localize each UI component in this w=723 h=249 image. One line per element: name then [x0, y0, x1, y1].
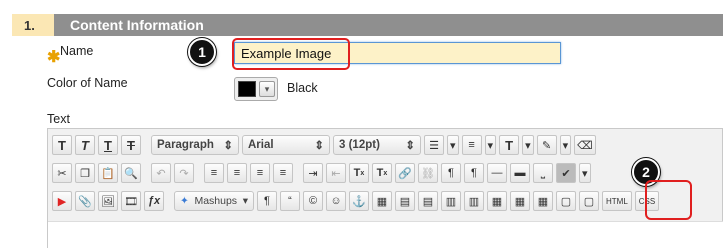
toolbar-row-3: ▶ 📎 🖼 🎞 ƒx ✦ Mashups ▾ ¶ “ © ☺ ⚓ ▦ ▤ ▤ ▥…	[52, 191, 660, 211]
table-delete-col-icon[interactable]: ▥	[464, 191, 484, 211]
align-right-icon[interactable]: ≡	[250, 163, 270, 183]
chevron-down-icon[interactable]: ▾	[559, 135, 572, 155]
paste-icon[interactable]: 📋	[98, 163, 118, 183]
cut-icon[interactable]: ✂	[52, 163, 72, 183]
table-insert-row-icon[interactable]: ▤	[395, 191, 415, 211]
superscript-label: T	[353, 167, 361, 179]
color-swatch	[238, 81, 256, 97]
content-information-panel: 1. Content Information ✱ Name 1 Color of…	[12, 14, 723, 249]
copyright-button[interactable]: ©	[303, 191, 323, 211]
size-select[interactable]: 3 (12pt) ⇕	[333, 135, 421, 155]
video-icon[interactable]: 🎞	[121, 191, 141, 211]
numbered-list-icon[interactable]: ≡	[461, 135, 482, 155]
chevron-down-icon: ▾	[242, 195, 248, 207]
text-color-icon[interactable]: T	[499, 135, 520, 155]
subscript-label: T	[376, 167, 384, 179]
image-icon[interactable]: 🖼	[98, 191, 118, 211]
attachment-icon[interactable]: 📎	[75, 191, 95, 211]
thick-rule-icon[interactable]: ▬	[510, 163, 530, 183]
section-title: Content Information	[54, 14, 723, 36]
table-insert-col-icon[interactable]: ▥	[441, 191, 461, 211]
toolbar-row-2: ✂ ❐ 📋 🔍 ↶ ↷ ≡ ≡ ≡ ≡ ⇥ ⇤ Tx Tx 🔗 ⛓ ¶ ¶ — …	[52, 163, 591, 183]
name-label: Name	[60, 44, 94, 58]
table-delete-row-icon[interactable]: ▤	[418, 191, 438, 211]
mashups-label: Mashups	[194, 195, 238, 207]
mashups-icon: ✦	[180, 195, 189, 207]
toolbar-row-1: T T T T Paragraph ⇕ Arial ⇕ 3 (12pt) ⇕ ☰…	[52, 135, 596, 155]
table-border-icon[interactable]: ▢	[579, 191, 599, 211]
subscript-button[interactable]: Tx	[372, 163, 392, 183]
text-editor: T T T T Paragraph ⇕ Arial ⇕ 3 (12pt) ⇕ ☰…	[47, 128, 723, 249]
chevron-down-icon[interactable]: ▾	[484, 135, 497, 155]
font-select[interactable]: Arial ⇕	[242, 135, 330, 155]
name-input[interactable]	[234, 42, 561, 64]
unlink-icon[interactable]: ⛓	[418, 163, 438, 183]
copy-icon[interactable]: ❐	[75, 163, 95, 183]
table-merge-icon[interactable]: ▦	[487, 191, 507, 211]
eraser-icon[interactable]: ⌫	[574, 135, 596, 155]
math-fx-icon[interactable]: ƒx	[144, 191, 164, 211]
section-number: 1.	[12, 14, 54, 36]
editor-content-area[interactable]	[48, 221, 723, 249]
highlight-pen-icon[interactable]: ✎	[536, 135, 557, 155]
align-center-icon[interactable]: ≡	[227, 163, 247, 183]
find-icon[interactable]: 🔍	[121, 163, 141, 183]
mashups-select[interactable]: ✦ Mashups ▾	[174, 191, 254, 211]
select-arrows-icon: ⇕	[223, 140, 233, 152]
outdent-icon[interactable]: ⇤	[326, 163, 346, 183]
select-arrows-icon: ⇕	[405, 140, 415, 152]
youtube-icon[interactable]: ▶	[52, 191, 72, 211]
select-arrows-icon: ⇕	[314, 140, 324, 152]
chevron-down-icon[interactable]: ▾	[522, 135, 534, 155]
required-asterisk-icon: ✱	[47, 49, 61, 66]
table-cell-icon[interactable]: ▢	[556, 191, 576, 211]
html-button[interactable]: HTML	[602, 191, 632, 211]
callout-2-icon: 2	[632, 158, 660, 186]
table-props-icon[interactable]: ▦	[533, 191, 553, 211]
paragraph-select[interactable]: Paragraph ⇕	[151, 135, 239, 155]
anchor-icon[interactable]: ⚓	[349, 191, 369, 211]
table-split-icon[interactable]: ▦	[510, 191, 530, 211]
emoticon-icon[interactable]: ☺	[326, 191, 346, 211]
nonbreaking-space-icon[interactable]: ⎵	[533, 163, 553, 183]
spellcheck-icon[interactable]: ✔	[556, 163, 576, 183]
underline-button[interactable]: T	[98, 135, 118, 155]
undo-icon[interactable]: ↶	[151, 163, 171, 183]
color-picker-button[interactable]: ▾	[234, 77, 278, 101]
paragraph-mark-button[interactable]: ¶	[257, 191, 277, 211]
callout-1-icon: 1	[188, 38, 216, 66]
indent-icon[interactable]: ⇥	[303, 163, 323, 183]
color-of-name-label: Color of Name	[47, 76, 128, 90]
redo-icon[interactable]: ↷	[174, 163, 194, 183]
size-select-value: 3 (12pt)	[339, 139, 380, 151]
font-select-value: Arial	[248, 139, 274, 151]
italic-button[interactable]: T	[75, 135, 95, 155]
chevron-down-icon[interactable]: ▾	[579, 163, 591, 183]
bold-button[interactable]: T	[52, 135, 72, 155]
strikethrough-button[interactable]: T	[121, 135, 141, 155]
ltr-paragraph-icon[interactable]: ¶	[441, 163, 461, 183]
bullet-list-icon[interactable]: ☰	[424, 135, 444, 155]
section-header: 1. Content Information	[12, 14, 723, 36]
align-justify-icon[interactable]: ≡	[273, 163, 293, 183]
rtl-paragraph-icon[interactable]: ¶	[464, 163, 484, 183]
chevron-down-icon[interactable]: ▾	[447, 135, 459, 155]
superscript-button[interactable]: Tx	[349, 163, 369, 183]
link-icon[interactable]: 🔗	[395, 163, 415, 183]
quote-button[interactable]: “	[280, 191, 300, 211]
horizontal-rule-icon[interactable]: —	[487, 163, 507, 183]
align-left-icon[interactable]: ≡	[204, 163, 224, 183]
text-label: Text	[47, 112, 70, 126]
paragraph-select-value: Paragraph	[157, 139, 214, 151]
css-button[interactable]: CSS	[634, 191, 660, 211]
table-icon[interactable]: ▦	[372, 191, 392, 211]
chevron-down-icon: ▾	[259, 81, 275, 97]
color-value: Black	[287, 81, 318, 95]
